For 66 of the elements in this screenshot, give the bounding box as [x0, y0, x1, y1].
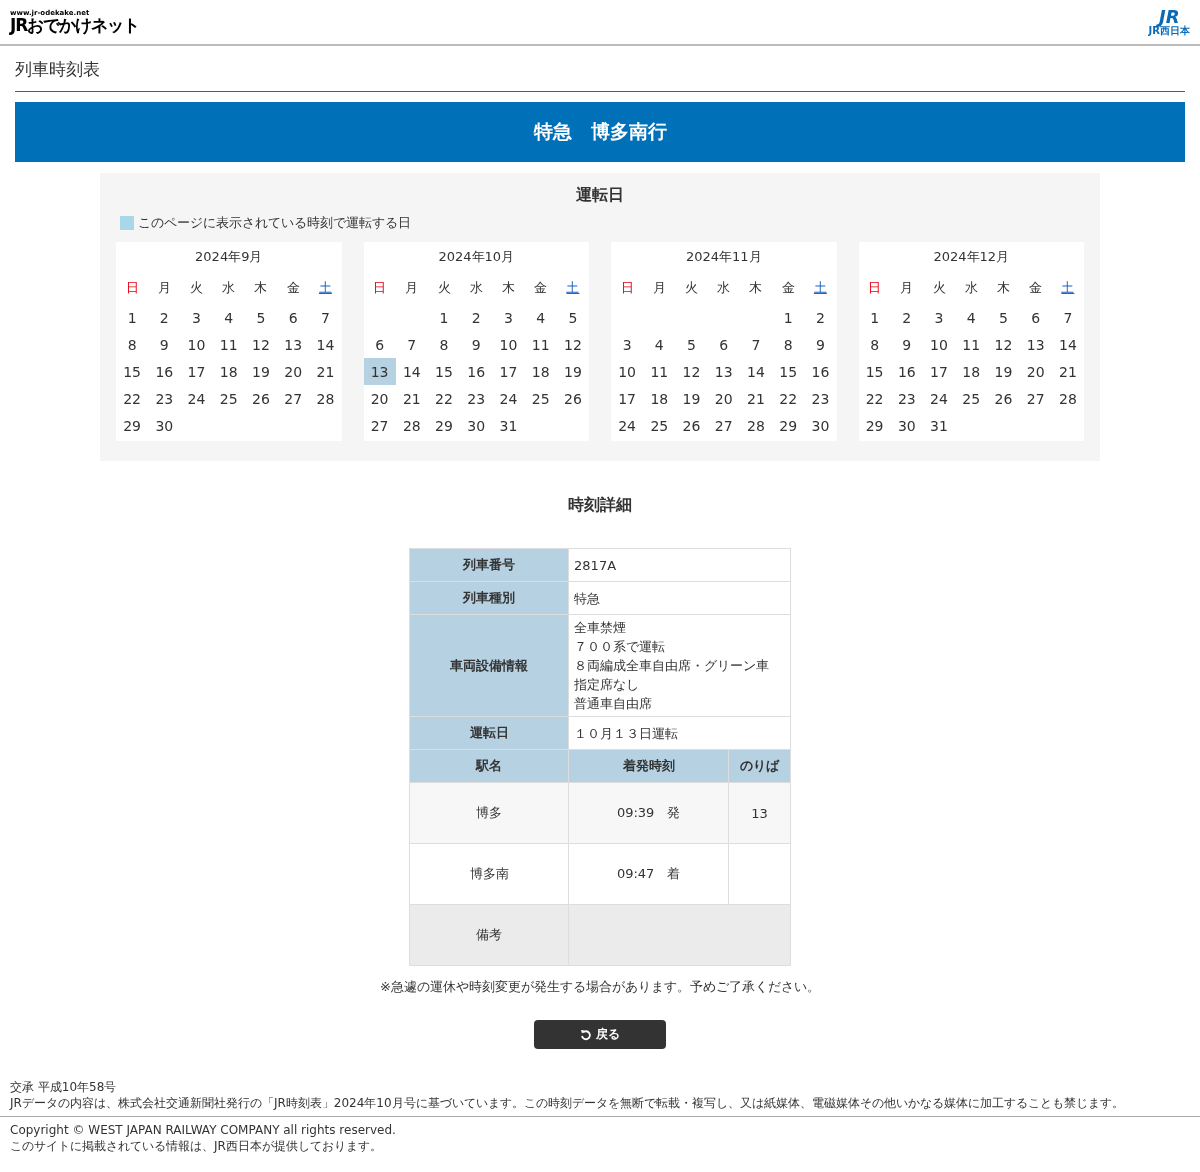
- copyright-text: Copyright © WEST JAPAN RAILWAY COMPANY all rights reserved.: [9, 1122, 397, 1138]
- month-title: 2024年9月: [194, 248, 264, 266]
- return-icon: [580, 1028, 592, 1041]
- footer-text: 交承 平成10年58号: [9, 1079, 118, 1095]
- weekday-label: 水: [963, 279, 979, 297]
- remarks-label: 備考: [409, 904, 569, 966]
- weekday-label: 日: [867, 279, 883, 297]
- weekday-label: 水: [468, 279, 484, 297]
- back-button[interactable]: 戻る: [534, 1020, 666, 1049]
- weekday-label: 木: [995, 279, 1011, 297]
- station-cell: 博多南: [409, 843, 569, 905]
- row-value: 全車禁煙 ７００系で運転 ８両編成全車自由席・グリーン車 指定席なし 普通車自由席: [568, 614, 791, 717]
- weekday-label: 日: [124, 279, 140, 297]
- month-title: 2024年10月: [437, 248, 516, 266]
- row-header: 列車種別: [409, 581, 569, 615]
- calendar-title: 運転日: [575, 185, 625, 206]
- month-title: 2024年11月: [684, 248, 763, 266]
- column-header: のりば: [728, 749, 791, 783]
- weekday-label: 日: [619, 279, 635, 297]
- weekday-label: 月: [404, 279, 420, 297]
- details-title: 時刻詳細: [567, 495, 633, 516]
- column-header: 着発時刻: [568, 749, 729, 783]
- weekday-label: 木: [253, 279, 269, 297]
- time-cell: 09:39 発: [568, 782, 729, 844]
- column-header: 駅名: [409, 749, 569, 783]
- platform-cell: [728, 843, 791, 905]
- weekday-label: 金: [780, 279, 796, 297]
- weekday-label: 火: [189, 279, 205, 297]
- row-header: 車両設備情報: [409, 614, 569, 717]
- page-title: 列車時刻表: [15, 58, 1185, 92]
- weekday-label: 月: [899, 279, 915, 297]
- calendar-day: 13: [363, 358, 396, 385]
- legend-swatch: [120, 216, 134, 230]
- provider-text: このサイトに掲載されている情報は、JR西日本が提供しております。: [9, 1138, 383, 1154]
- train-banner: 特急 博多南行: [15, 102, 1185, 162]
- weekday-label: 金: [285, 279, 301, 297]
- row-value: 特急: [568, 581, 791, 615]
- time-cell: 09:47 着: [568, 843, 729, 905]
- weekday-label: 土: [1060, 279, 1076, 297]
- row-header: 列車番号: [409, 548, 569, 582]
- weekday-label: 土: [812, 279, 828, 297]
- weekday-label: 木: [748, 279, 764, 297]
- weekday-label: 日: [372, 279, 388, 297]
- weekday-label: 水: [716, 279, 732, 297]
- weekday-label: 水: [221, 279, 237, 297]
- month-title: 2024年12月: [932, 248, 1011, 266]
- platform-cell: 13: [728, 782, 791, 844]
- weekday-label: 土: [317, 279, 333, 297]
- footer-text: JRデータの内容は、株式会社交通新聞社発行の「JR時刻表」2024年10月号に基づいています。この時刻データを無断で転載・複写し、又は紙媒体、電磁媒体その他いかなる媒体に加工することも禁じます。: [8, 1095, 1125, 1111]
- weekday-label: 火: [436, 279, 452, 297]
- weekday-label: 金: [533, 279, 549, 297]
- row-value: １０月１３日運転: [568, 716, 791, 750]
- weekday-label: 月: [156, 279, 172, 297]
- legend-text: このページに表示されている時刻で運転する日: [138, 214, 411, 232]
- weekday-label: 土: [565, 279, 581, 297]
- row-value: 2817A: [568, 548, 791, 582]
- weekday-label: 月: [651, 279, 667, 297]
- corp-name: JR西日本: [1148, 26, 1190, 36]
- station-cell: 博多: [409, 782, 569, 844]
- weekday-label: 金: [1028, 279, 1044, 297]
- site-logo[interactable]: JRおでかけネット: [10, 17, 140, 34]
- weekday-label: 木: [500, 279, 516, 297]
- notice-text: ※急遽の運休や時刻変更が発生する場合があります。予めご了承ください。: [379, 978, 821, 996]
- weekday-label: 火: [684, 279, 700, 297]
- row-header: 運転日: [409, 716, 569, 750]
- weekday-label: 火: [931, 279, 947, 297]
